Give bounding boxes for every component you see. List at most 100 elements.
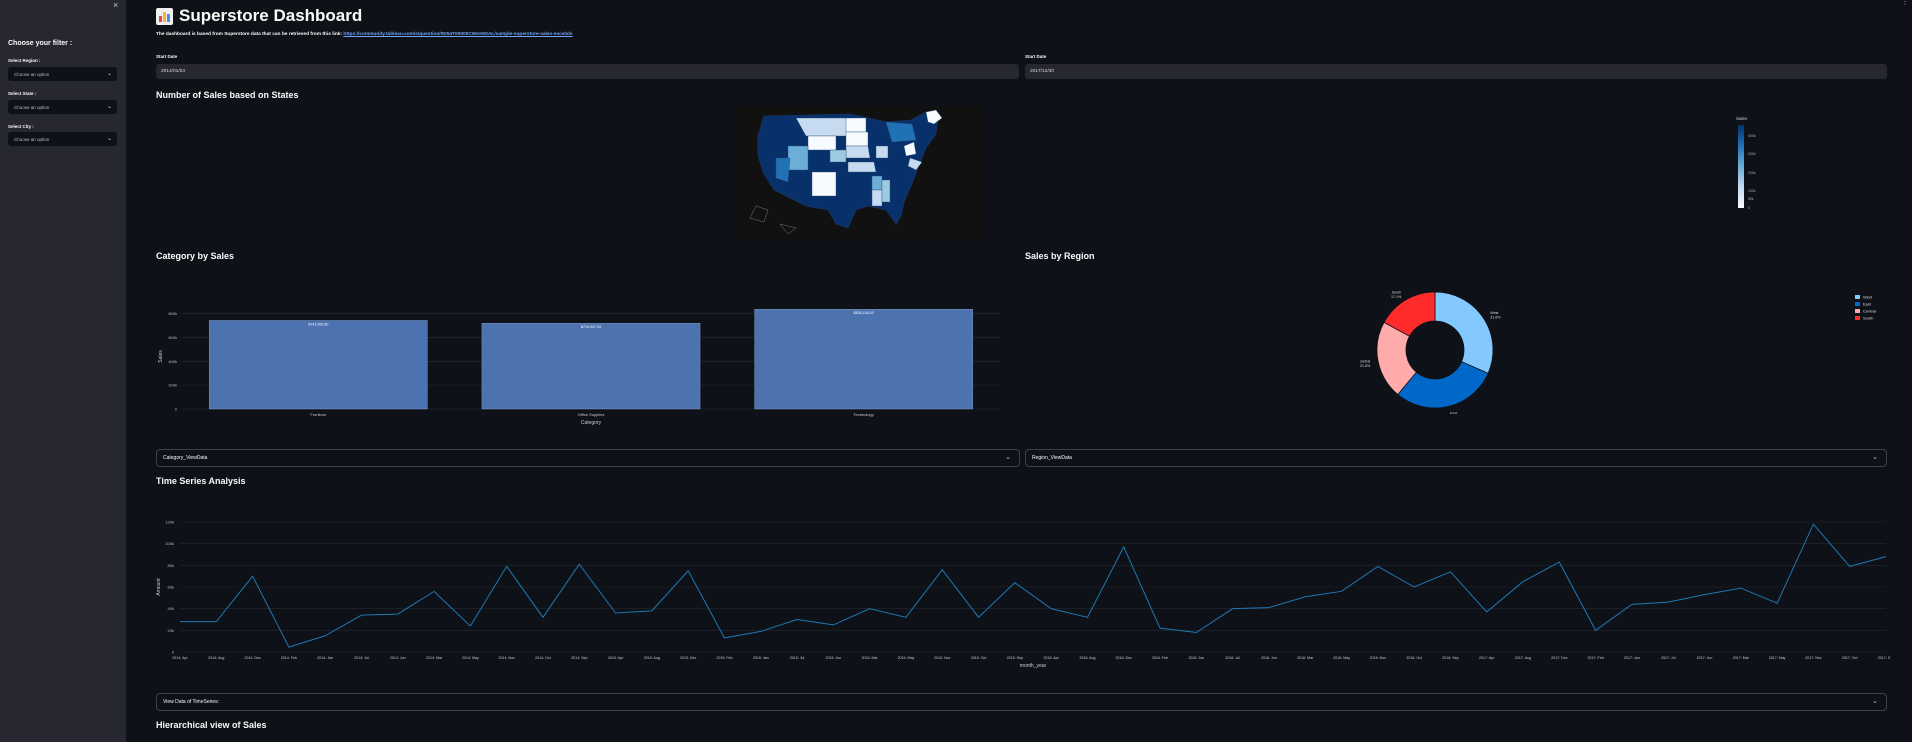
- x-tick-label: 2014: Jun: [390, 656, 406, 660]
- region-filter-label: Select Region :: [8, 58, 41, 63]
- x-tick-label: Furniture: [310, 412, 327, 417]
- x-tick-label: 2014: Oct: [535, 656, 551, 660]
- x-tick-label: 2015: Sep: [1007, 656, 1023, 660]
- donut-slice: [1434, 291, 1494, 374]
- region-viewdata-expander[interactable]: Region_ViewData ⌄: [1025, 449, 1887, 467]
- x-tick-label: 2016: Feb: [1152, 656, 1168, 660]
- y-tick-label: 40k: [168, 606, 174, 611]
- x-tick-label: Technology: [854, 412, 874, 417]
- x-tick-label: 2014: Mar: [426, 656, 443, 660]
- slice-name-label: West: [1490, 311, 1498, 315]
- chevron-down-icon: ⌄: [1872, 454, 1878, 461]
- category-viewdata-expander[interactable]: Category_ViewData ⌄: [156, 449, 1020, 467]
- category-viewdata-label: Category_ViewData: [163, 455, 208, 461]
- chevron-down-icon: ⌄: [106, 71, 112, 77]
- x-tick-label: 2016: Jan: [1188, 656, 1204, 660]
- legend-label: South: [1863, 316, 1873, 321]
- x-tick-label: 2014: Apr: [172, 656, 188, 660]
- legend-swatch: [1855, 316, 1860, 320]
- end-date-input[interactable]: 2017/12/30: [1025, 64, 1887, 79]
- timeseries-viewdata-expander[interactable]: View Data of TimeSeries: ⌄: [156, 693, 1887, 711]
- x-tick-label: 2014: Aug: [208, 656, 224, 660]
- x-tick-label: 2015: May: [898, 656, 915, 660]
- x-tick-label: 2016: Dec: [1116, 656, 1133, 660]
- region-select-value: Choose an option: [14, 72, 50, 77]
- us-states-map: [749, 109, 943, 235]
- y-tick-label: 600k: [168, 335, 177, 340]
- x-tick-label: 2015: Aug: [644, 656, 660, 660]
- x-tick-label: 2017: May: [1769, 656, 1786, 660]
- bar-data-label: $741,999.80: [308, 322, 328, 326]
- y-tick-label: 20k: [168, 628, 174, 633]
- colorbar-title: Sales: [1736, 116, 1748, 121]
- y-tick-label: 120k: [165, 520, 174, 525]
- x-tick-label: 2014: Nov: [498, 656, 515, 660]
- x-axis-label: Category: [581, 420, 602, 426]
- slice-percent-label: 21.8%: [1360, 364, 1371, 368]
- colorbar: [1738, 125, 1744, 208]
- bar: [754, 309, 973, 410]
- city-select-value: Choose an option: [14, 137, 50, 142]
- x-tick-label: 2017: Jul: [1661, 656, 1676, 660]
- region-select[interactable]: Choose an option ⌄: [8, 67, 117, 81]
- data-source-link[interactable]: https://community.tableau.com/s/question…: [343, 32, 572, 37]
- x-tick-label: 2015: Jun: [825, 656, 841, 660]
- menu-icon[interactable]: ⋮: [1901, 0, 1909, 6]
- sidebar: × Choose your filter : Select Region : C…: [0, 0, 126, 742]
- slice-name-label: South: [1392, 290, 1401, 294]
- state-filter-label: Select State :: [8, 91, 37, 96]
- slice-name-label: East: [1450, 411, 1457, 414]
- x-tick-label: 2016: Jul: [1225, 656, 1240, 660]
- x-tick-label: 2015: Oct: [971, 656, 987, 660]
- time-series-line-chart[interactable]: 0 20k 40k 60k 80k 100k 120k 2014: Apr 2014: Aug 2…: [150, 512, 1890, 672]
- slice-name-label: Central: [1360, 359, 1370, 363]
- legend-swatch: [1855, 309, 1860, 313]
- x-tick-label: 2017: Aug: [1515, 656, 1531, 660]
- bar: [481, 323, 701, 410]
- x-tick-label: 2014: Sep: [571, 656, 587, 660]
- region-donut-chart[interactable]: West31.6%East29.5%Central21.8%South17.1%: [1360, 284, 1510, 414]
- time-series-section-title: Time Series Analysis: [156, 476, 246, 486]
- x-tick-label: 2014: May: [462, 656, 479, 660]
- y-tick-label: 800k: [168, 311, 177, 316]
- colorbar-tick: 300k: [1748, 152, 1756, 156]
- x-tick-label: 2015: Jan: [753, 656, 769, 660]
- city-select[interactable]: Choose an option ⌄: [8, 132, 117, 146]
- colorbar-tick: 400k: [1748, 134, 1756, 138]
- start-date-input[interactable]: 2014/01/03: [156, 64, 1019, 79]
- x-tick-label: 2017: Sep: [1878, 656, 1890, 660]
- region-viewdata-label: Region_ViewData: [1032, 455, 1072, 461]
- x-tick-label: 2016: Oct: [1406, 656, 1422, 660]
- hierarchy-section-title: Hierarchical view of Sales: [156, 720, 267, 730]
- category-bar-chart[interactable]: 0 200k 400k 600k 800k $741,999.80 Furniture $71…: [150, 288, 1010, 430]
- x-tick-label: 2017: Apr: [1479, 656, 1495, 660]
- timeseries-viewdata-label: View Data of TimeSeries:: [163, 699, 220, 705]
- y-tick-label: 0: [175, 407, 178, 412]
- x-tick-label: 2014: Jul: [354, 656, 369, 660]
- legend-swatch: [1855, 295, 1860, 299]
- close-sidebar-icon[interactable]: ×: [113, 0, 118, 10]
- bar: [209, 320, 428, 410]
- slice-percent-label: 31.6%: [1490, 315, 1501, 319]
- x-tick-label: Office Supplies: [578, 412, 605, 417]
- end-date-label: Start Date: [1025, 54, 1047, 59]
- colorbar-tick: 0: [1748, 206, 1750, 210]
- legend-label: West: [1863, 295, 1873, 300]
- x-tick-label: 2014: Feb: [281, 656, 297, 660]
- y-tick-label: 60k: [168, 585, 174, 590]
- choropleth-map[interactable]: [736, 106, 984, 241]
- x-tick-label: 2016: May: [1333, 656, 1350, 660]
- bar-data-label: $836,154.03: [854, 311, 874, 315]
- slice-percent-label: 17.1%: [1391, 295, 1402, 299]
- state-select[interactable]: Choose an option ⌄: [8, 100, 117, 114]
- colorbar-tick: 100k: [1748, 189, 1756, 193]
- x-tick-label: 2017: Feb: [1588, 656, 1604, 660]
- region-section-title: Sales by Region: [1025, 251, 1095, 261]
- y-tick-label: 400k: [168, 359, 177, 364]
- y-tick-label: 80k: [168, 563, 174, 568]
- bar-chart-icon: [156, 7, 173, 25]
- x-tick-label: 2017: Oct: [1842, 656, 1858, 660]
- map-section-title: Number of Sales based on States: [156, 90, 299, 100]
- y-axis-label: Sales: [158, 350, 164, 363]
- filter-title: Choose your filter :: [8, 40, 73, 47]
